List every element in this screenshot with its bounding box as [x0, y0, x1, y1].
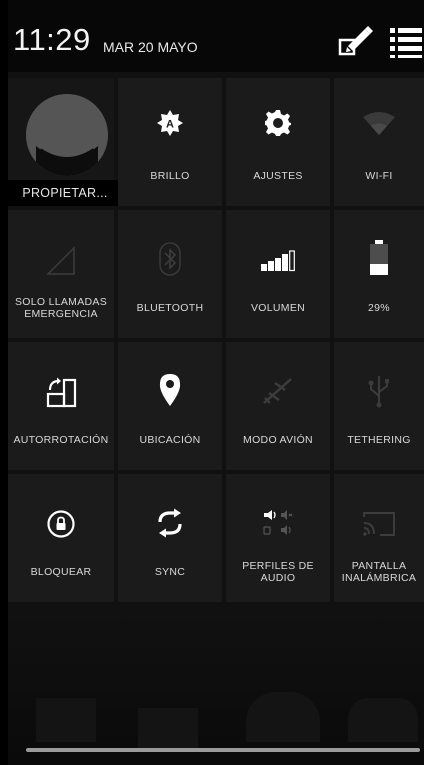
- background-shape: [246, 692, 320, 742]
- tile-label: BRILLO: [150, 170, 190, 182]
- background-wallpaper-area: [8, 612, 424, 765]
- volume-icon: [261, 250, 295, 272]
- tile-user[interactable]: PROPIETAR...: [8, 78, 122, 206]
- audio-profiles-icon: [263, 510, 293, 535]
- tile-label: SYNC: [154, 566, 186, 578]
- wifi-icon: [363, 112, 395, 135]
- tile-label-line2: EMERGENCIA: [24, 308, 98, 320]
- tile-label: AJUSTES: [253, 170, 303, 182]
- tile-label-line1: SOLO LLAMADAS: [14, 296, 108, 308]
- list-settings-icon: [390, 28, 422, 58]
- tile-label: TETHERING: [347, 434, 411, 446]
- airplane-icon: [263, 378, 292, 404]
- avatar: [26, 94, 108, 176]
- tile-volume[interactable]: VOLUMEN: [226, 210, 330, 338]
- lock-icon: [47, 510, 75, 538]
- tile-label-line1: PANTALLA: [351, 560, 407, 572]
- gear-icon: [265, 110, 291, 136]
- owner-label: PROPIETAR...: [8, 180, 122, 206]
- tile-battery[interactable]: 29%: [334, 210, 424, 338]
- tile-label-line2: AUDIO: [260, 572, 296, 584]
- tile-label: BLUETOOTH: [136, 302, 204, 314]
- edit-icon: [338, 26, 373, 56]
- signal-icon: [46, 246, 75, 275]
- user-avatar-icon: [26, 94, 108, 176]
- brightness-auto-icon: A: [157, 110, 183, 136]
- status-time: 11:29: [13, 22, 91, 57]
- screen-edge: [0, 0, 8, 765]
- background-shape: [36, 698, 96, 742]
- background-shape: [348, 698, 418, 742]
- tile-wifi[interactable]: WI-FI: [334, 78, 424, 206]
- tile-wireless-display[interactable]: PANTALLA INALÁMBRICA: [334, 474, 424, 602]
- tile-autorotate[interactable]: AUTORROTACIÓN: [8, 342, 114, 470]
- tile-location[interactable]: UBICACIÓN: [118, 342, 222, 470]
- tile-signal[interactable]: SOLO LLAMADAS EMERGENCIA: [8, 210, 114, 338]
- svg-text:A: A: [166, 119, 174, 131]
- edit-button[interactable]: [334, 20, 376, 62]
- tile-label: VOLUMEN: [250, 302, 306, 314]
- tile-lock[interactable]: BLOQUEAR: [8, 474, 114, 602]
- bluetooth-icon: [159, 242, 181, 276]
- tile-label: WI-FI: [365, 170, 393, 182]
- tile-brightness[interactable]: A BRILLO: [118, 78, 222, 206]
- quick-settings-header: 11:29 MAR 20 MAYO: [8, 0, 424, 72]
- tile-sync[interactable]: SYNC: [118, 474, 222, 602]
- tile-label: UBICACIÓN: [139, 434, 201, 446]
- cast-icon: [363, 512, 395, 536]
- drag-handle[interactable]: [26, 748, 420, 752]
- background-shape: [138, 708, 198, 748]
- tile-settings[interactable]: AJUSTES: [226, 78, 330, 206]
- quick-settings-screen: 11:29 MAR 20 MAYO PROPIETAR... A BRILLO …: [0, 0, 424, 765]
- sync-icon: [158, 508, 182, 538]
- usb-icon: [368, 376, 389, 408]
- status-date: MAR 20 MAYO: [103, 39, 198, 55]
- tile-label: AUTORROTACIÓN: [13, 434, 109, 446]
- tile-bluetooth[interactable]: BLUETOOTH: [118, 210, 222, 338]
- location-icon: [159, 374, 181, 406]
- rotate-icon: [46, 377, 77, 408]
- battery-icon: [370, 240, 388, 275]
- list-settings-button[interactable]: [388, 20, 424, 62]
- tile-airplane[interactable]: MODO AVIÓN: [226, 342, 330, 470]
- tile-label: MODO AVIÓN: [243, 434, 313, 446]
- tile-label-line1: PERFILES DE: [242, 560, 314, 572]
- tile-tethering[interactable]: TETHERING: [334, 342, 424, 470]
- tile-audio-profiles[interactable]: PERFILES DE AUDIO: [226, 474, 330, 602]
- tile-label: BLOQUEAR: [30, 566, 92, 578]
- tile-label: 29%: [368, 302, 390, 314]
- tile-label-line2: INALÁMBRICA: [341, 572, 417, 584]
